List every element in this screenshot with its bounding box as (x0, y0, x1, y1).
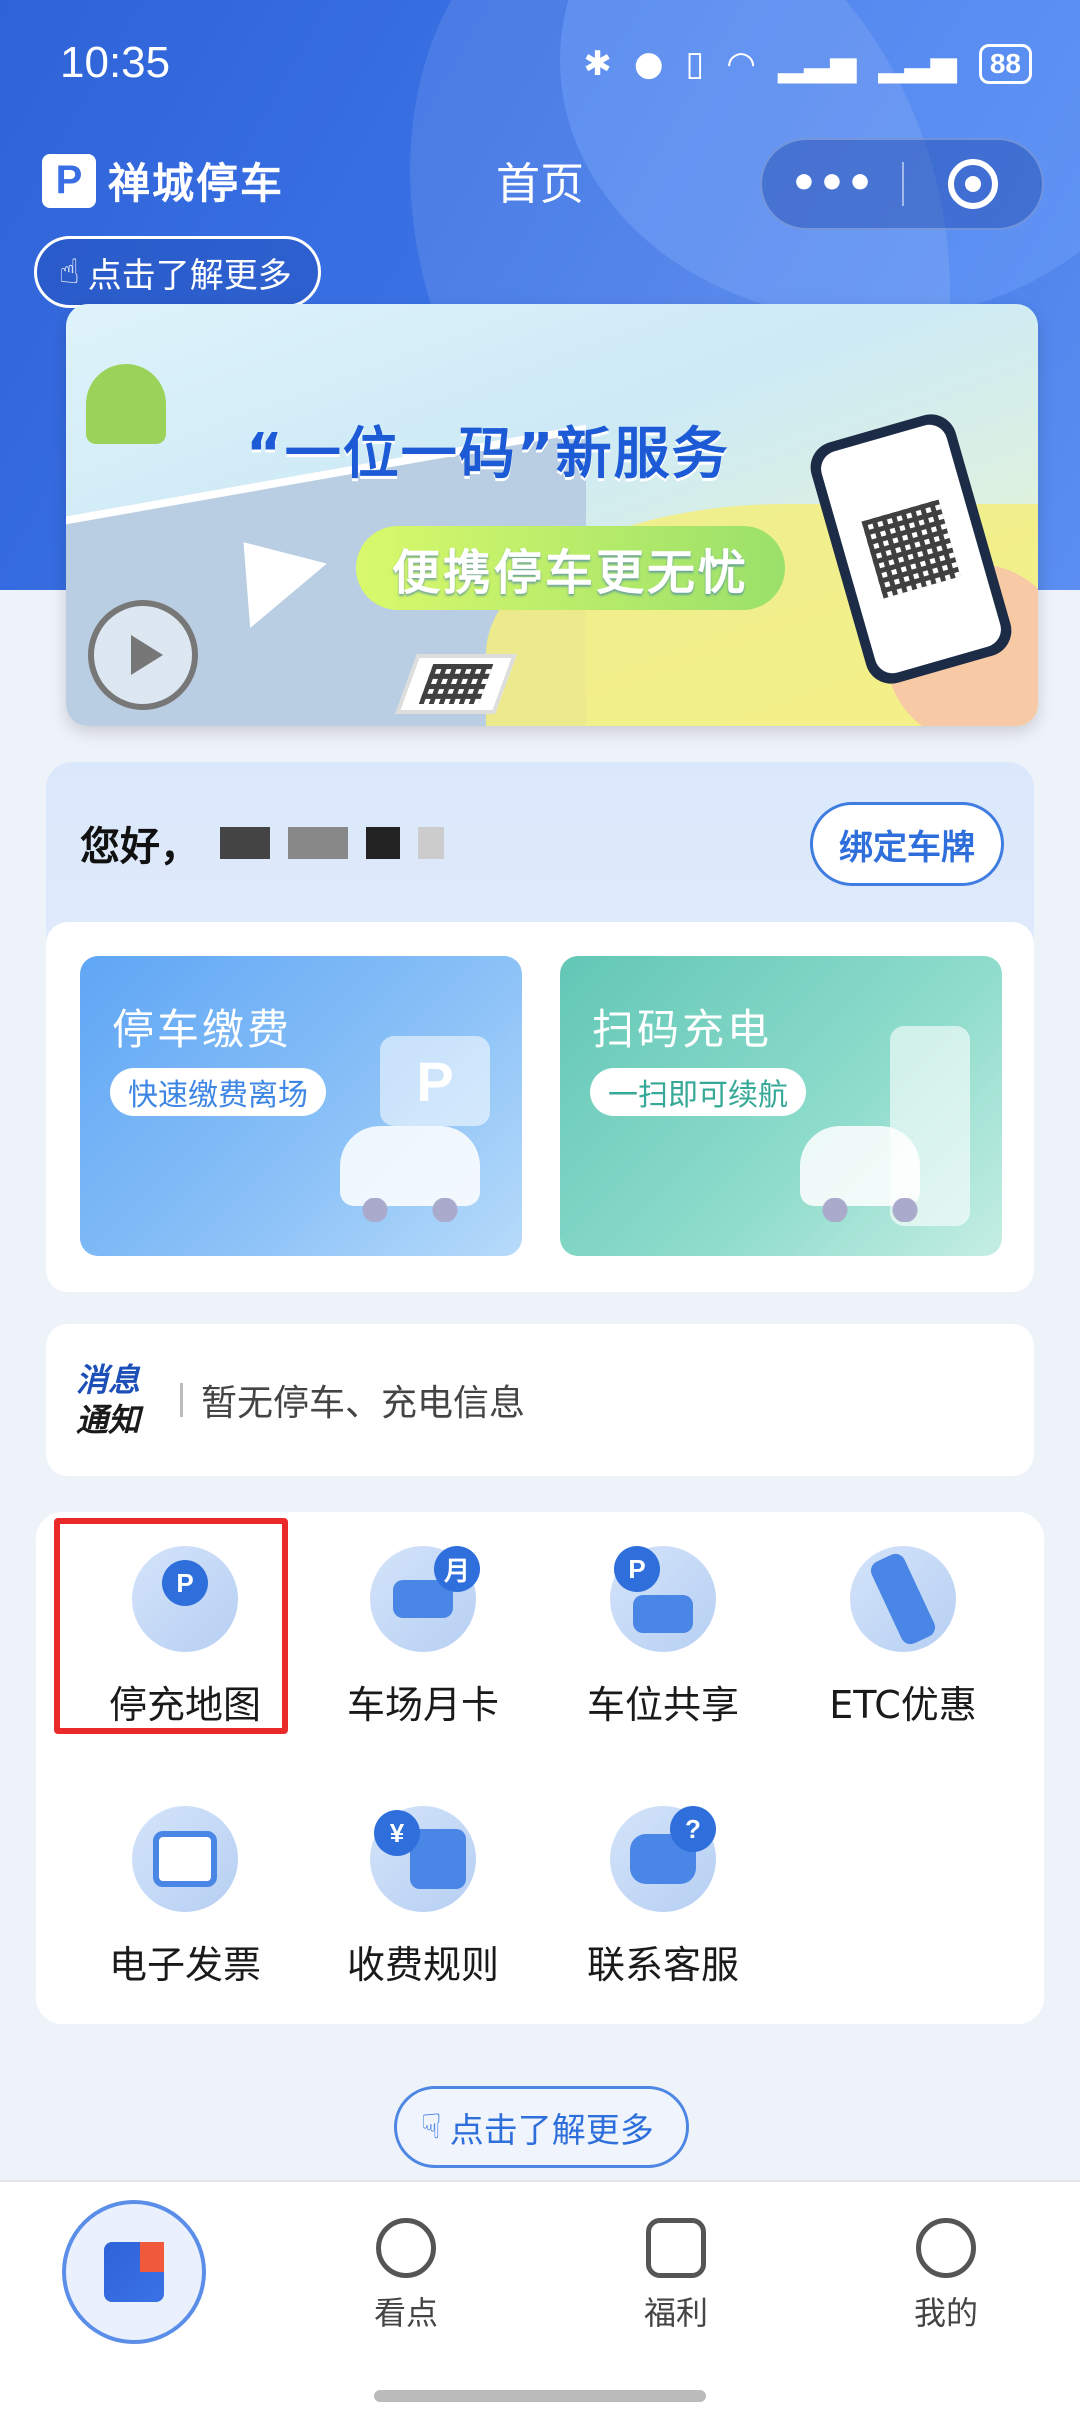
notice-tag-line2: 通知 (76, 1401, 141, 1439)
tab-highlights[interactable]: 看点 (326, 2218, 486, 2334)
notice-message: 暂无停车、充电信息 (201, 1383, 526, 1424)
ticket-icon (646, 2218, 706, 2278)
tool-monthly-card[interactable]: 月 车场月卡 (318, 1532, 528, 1732)
tool-customer-service[interactable]: ? 联系客服 (558, 1792, 768, 1992)
pointer-hand-icon: ☝ (59, 252, 80, 292)
learn-more-top-label: 点击了解更多 (87, 255, 292, 296)
scan-charge-card[interactable]: 扫码充电 一扫即可续航 (560, 956, 1002, 1256)
pointer-hand-icon: ☟ (421, 2107, 442, 2147)
banner-subtitle: 便携停车更无忧 (356, 526, 786, 610)
tool-label: 车场月卡 (346, 1683, 499, 1727)
vibrate-icon: ▯ (685, 44, 705, 84)
learn-more-top-button[interactable]: ☝ 点击了解更多 (34, 236, 321, 308)
tool-fee-rules[interactable]: ¥ 收费规则 (318, 1792, 528, 1992)
planet-icon (376, 2218, 436, 2278)
learn-more-bottom-button[interactable]: ☟ 点击了解更多 (394, 2086, 689, 2168)
tool-label: 联系客服 (586, 1943, 739, 1987)
profile-icon (916, 2218, 976, 2278)
parking-payment-subtitle: 快速缴费离场 (110, 1068, 326, 1116)
parking-payment-card[interactable]: 停车缴费 快速缴费离场 P (80, 956, 522, 1256)
home-indicator (374, 2390, 706, 2402)
tool-parking-map[interactable]: P 停充地图 (54, 1518, 290, 1734)
status-time: 10:35 (60, 38, 171, 87)
share-parking-icon: P (610, 1546, 716, 1652)
mini-program-capsule: ••• (760, 138, 1044, 230)
masked-username (220, 827, 444, 859)
more-options-button[interactable]: ••• (762, 154, 902, 214)
location-icon: ● (633, 44, 664, 84)
parking-payment-title: 停车缴费 (112, 1005, 293, 1054)
parking-sign-icon: P (380, 1036, 490, 1126)
status-icons: ✱ ● ▯ ◠ ▂▃▅ ▂▃▅ 88 (583, 44, 1032, 84)
tool-label: 停充地图 (108, 1683, 261, 1727)
notice-tag-line1: 消息 (76, 1361, 141, 1399)
target-icon (947, 159, 998, 209)
tab-label: 看点 (373, 2294, 438, 2332)
monthly-card-icon: 月 (370, 1546, 480, 1652)
scan-charge-title: 扫码充电 (592, 1005, 773, 1054)
tab-mine[interactable]: 我的 (866, 2218, 1026, 2334)
learn-more-bottom-label: 点击了解更多 (449, 2110, 654, 2151)
tool-label: 收费规则 (346, 1943, 499, 1987)
service-panel: 停车缴费 快速缴费离场 P 扫码充电 一扫即可续航 (46, 922, 1034, 1292)
message-notice-bar[interactable]: 消息 通知 暂无停车、充电信息 (46, 1324, 1034, 1476)
tab-label: 我的 (913, 2294, 978, 2332)
bluetooth-icon: ✱ (583, 44, 612, 84)
scan-charge-subtitle: 一扫即可续航 (590, 1068, 806, 1116)
notice-tag: 消息 通知 (76, 1360, 162, 1440)
battery-indicator: 88 (978, 44, 1032, 84)
tab-benefits[interactable]: 福利 (596, 2218, 756, 2334)
banner-title: “一位一码”新服务 (246, 422, 730, 487)
close-mini-program-button[interactable] (904, 159, 1042, 209)
map-pin-icon: P (132, 1546, 238, 1652)
customer-service-icon: ? (610, 1806, 716, 1912)
user-card: 您好， 绑定车牌 停车缴费 快速缴费离场 P 扫码充电 一扫即可续航 (46, 762, 1034, 1292)
tab-home[interactable] (62, 2200, 206, 2344)
tools-grid: P 停充地图 月 车场月卡 P 车位共享 ETC优惠 电子发票 ¥ 收费规则 ?… (36, 1512, 1044, 2024)
status-bar: 10:35 ✱ ● ▯ ◠ ▂▃▅ ▂▃▅ 88 (0, 0, 1080, 140)
home-logo-icon (104, 2242, 164, 2302)
bind-plate-button[interactable]: 绑定车牌 (810, 802, 1004, 886)
greeting: 您好， (80, 814, 444, 872)
car-illustration (340, 1126, 480, 1222)
signal-icon: ▂▃▅ (777, 44, 857, 84)
tool-label: 电子发票 (108, 1943, 261, 1987)
tool-space-sharing[interactable]: P 车位共享 (558, 1532, 768, 1732)
fee-rules-icon: ¥ (370, 1806, 476, 1912)
play-icon (131, 635, 163, 675)
promo-banner[interactable]: “一位一码”新服务 便携停车更无忧 (66, 304, 1038, 726)
tab-label: 福利 (643, 2294, 708, 2332)
car-illustration (800, 1126, 920, 1222)
play-video-button[interactable] (88, 600, 198, 710)
tool-label: ETC优惠 (829, 1683, 977, 1727)
signal-icon: ▂▃▅ (878, 44, 957, 84)
wifi-icon: ◠ (726, 44, 756, 84)
greeting-text: 您好， (80, 824, 200, 870)
tool-etc-discount[interactable]: ETC优惠 (798, 1532, 1008, 1732)
notice-divider (180, 1383, 183, 1417)
etc-road-icon (850, 1546, 956, 1652)
invoice-icon (132, 1806, 238, 1912)
tab-bar: 看点 福利 我的 (0, 2180, 1080, 2411)
tool-e-invoice[interactable]: 电子发票 (80, 1792, 290, 1992)
bush-illustration (86, 364, 166, 444)
tool-label: 车位共享 (586, 1683, 739, 1727)
